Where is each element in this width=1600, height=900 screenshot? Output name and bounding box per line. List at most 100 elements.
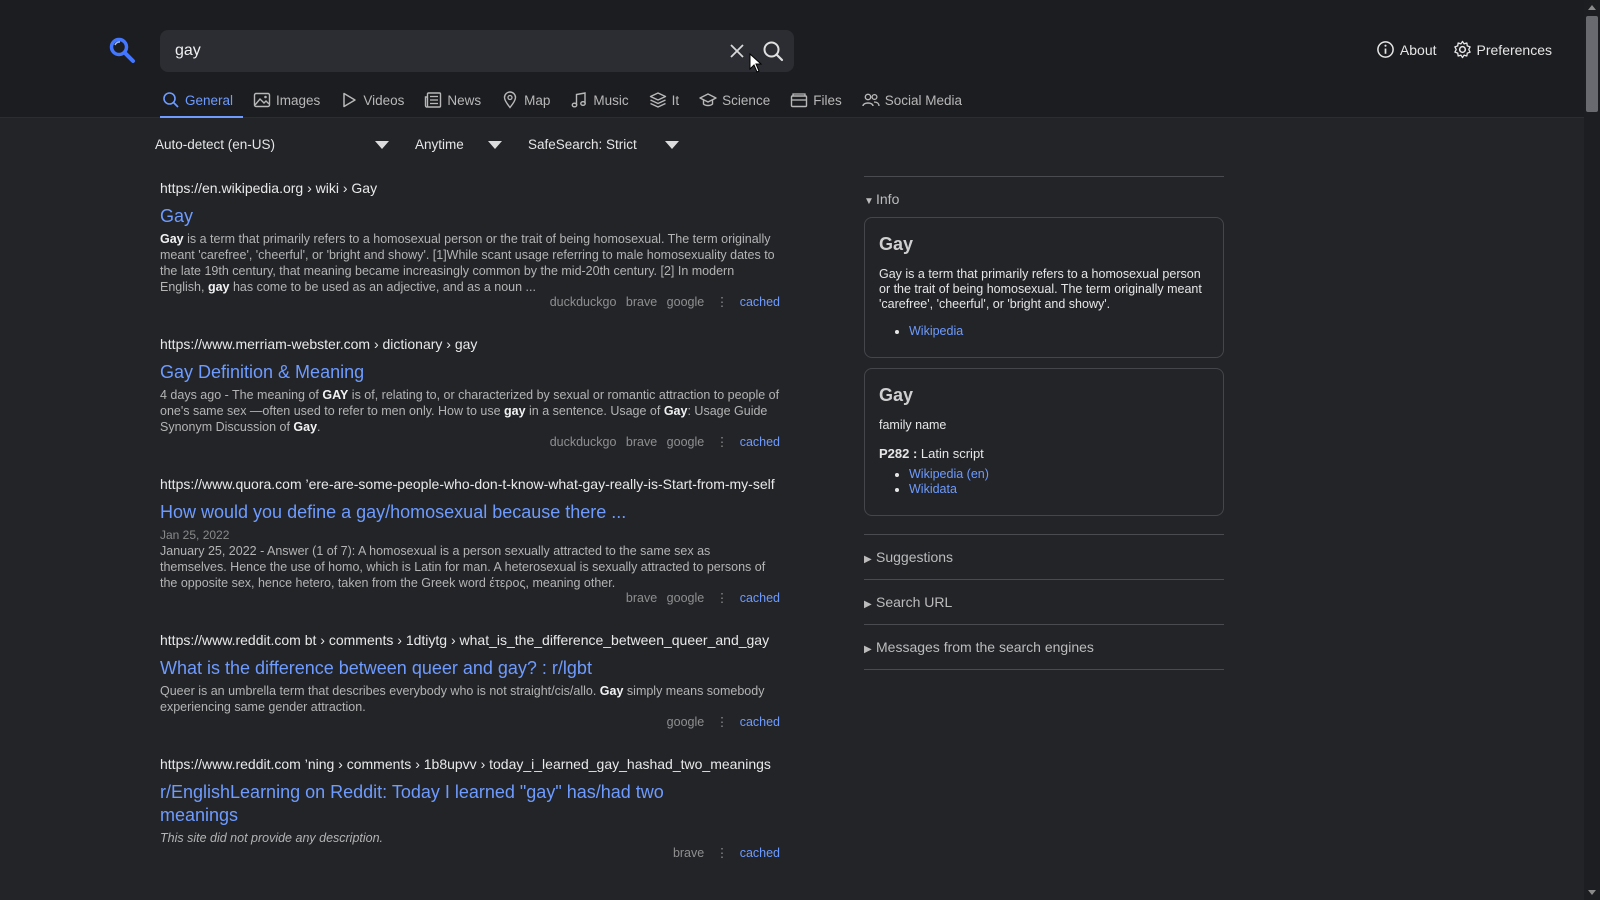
result-snippet: This site did not provide any descriptio… <box>160 831 384 845</box>
tab-label: Videos <box>363 92 405 108</box>
result-url[interactable]: https://www.quora.com ’ere-are-some-peop… <box>160 476 780 494</box>
tab-social-media[interactable]: Social Media <box>860 91 972 118</box>
result-url[interactable]: https://en.wikipedia.org › wiki › Gay <box>160 180 780 198</box>
language-select-value: Auto-detect (en-US) <box>155 137 276 152</box>
suggestions-toggle[interactable]: ▶ Suggestions <box>864 535 1224 579</box>
info-circle-icon <box>1377 41 1394 58</box>
result-date: Jan 25, 2022 <box>160 528 230 542</box>
infobox-sidebar: ▼ Info Gay Gay is a term that primarily r… <box>864 176 1224 670</box>
infobox-attribute: P282 : Latin script <box>879 446 1209 461</box>
clear-icon[interactable] <box>728 42 746 60</box>
scrollbar[interactable] <box>1584 0 1600 900</box>
result-snippet: 4 days ago - The meaning of GAY is of, r… <box>160 388 780 434</box>
about-link[interactable]: About <box>1376 40 1437 59</box>
tab-files[interactable]: Files <box>788 91 852 118</box>
map-pin-icon <box>503 91 517 109</box>
infobox-card: Gay Gay is a term that primarily refers … <box>864 217 1224 358</box>
preferences-link[interactable]: Preferences <box>1453 40 1552 59</box>
search-url-toggle[interactable]: ▶ Search URL <box>864 580 1224 624</box>
vertical-ellipsis-icon: ⋮ <box>715 435 729 449</box>
tab-news[interactable]: News <box>422 91 491 118</box>
tab-general[interactable]: General <box>160 91 244 118</box>
search-result: https://en.wikipedia.org › wiki › Gay Ga… <box>160 180 780 310</box>
attribute-value: Latin script <box>917 446 984 461</box>
tab-images[interactable]: Images <box>251 91 330 118</box>
search-submit-icon[interactable] <box>762 40 784 62</box>
tab-label: General <box>185 92 234 108</box>
cached-link[interactable]: cached <box>740 435 780 449</box>
time-range-select[interactable]: Anytime <box>415 133 505 157</box>
header-bar: About Preferences General Images Videos … <box>0 0 1584 118</box>
preferences-label: Preferences <box>1476 41 1552 58</box>
music-icon <box>571 92 587 108</box>
result-title-link[interactable]: Gay <box>160 205 780 228</box>
tab-label: Music <box>593 92 629 108</box>
tab-label: It <box>671 92 680 108</box>
scroll-down-arrow-icon[interactable] <box>1588 890 1596 895</box>
scroll-thumb[interactable] <box>1586 16 1598 112</box>
searxng-logo-icon[interactable] <box>108 36 136 64</box>
infobox-links: Wikipedia <box>879 324 1209 339</box>
engine-label: brave <box>672 846 705 860</box>
engine-label: google <box>666 591 705 605</box>
engine-label: duckduckgo <box>549 435 617 449</box>
result-meta: duckduckgo brave google ⋮ cached <box>160 435 780 450</box>
infobox-title: Gay <box>879 385 914 405</box>
safesearch-select[interactable]: SafeSearch: Strict <box>528 133 688 157</box>
tab-science[interactable]: Science <box>697 91 780 118</box>
tab-label: News <box>447 92 482 108</box>
cached-link[interactable]: cached <box>740 295 780 309</box>
safesearch-select-value: SafeSearch: Strict <box>528 137 637 152</box>
engine-label: duckduckgo <box>549 295 617 309</box>
result-title-link[interactable]: r/EnglishLearning on Reddit: Today I lea… <box>160 781 720 827</box>
engine-messages-label: Messages from the search engines <box>876 639 1094 655</box>
infobox-text: Gay is a term that primarily refers to a… <box>879 267 1202 311</box>
layers-icon <box>649 92 666 108</box>
attribute-key: P282 : <box>879 446 918 461</box>
engine-label: brave <box>625 295 658 309</box>
vertical-ellipsis-icon: ⋮ <box>715 591 729 605</box>
tab-label: Files <box>813 92 842 108</box>
newspaper-icon <box>425 92 442 108</box>
wikidata-link[interactable]: Wikidata <box>909 482 1209 497</box>
result-meta: duckduckgo brave google ⋮ cached <box>160 295 780 310</box>
result-snippet: January 25, 2022 - Answer (1 of 7): A ho… <box>160 544 766 590</box>
chevron-down-icon <box>665 141 679 149</box>
results-list: https://en.wikipedia.org › wiki › Gay Ga… <box>160 180 780 887</box>
cached-link[interactable]: cached <box>740 846 780 860</box>
engine-label: google <box>666 295 705 309</box>
search-result: https://www.reddit.com bt › comments › 1… <box>160 632 780 730</box>
about-label: About <box>1399 41 1437 58</box>
image-icon <box>253 92 271 108</box>
tab-music[interactable]: Music <box>568 91 638 118</box>
chevron-down-icon <box>488 141 502 149</box>
search-icon <box>163 92 179 108</box>
gear-icon <box>1453 40 1471 59</box>
language-select[interactable]: Auto-detect (en-US) <box>155 133 390 157</box>
wikipedia-link[interactable]: Wikipedia <box>909 324 1209 339</box>
result-title-link[interactable]: Gay Definition & Meaning <box>160 361 780 384</box>
tab-videos[interactable]: Videos <box>338 91 414 118</box>
scroll-up-arrow-icon[interactable] <box>1588 5 1596 10</box>
triangle-right-icon: ▶ <box>864 644 872 655</box>
result-meta: google ⋮ cached <box>160 715 780 730</box>
tab-map[interactable]: Map <box>499 91 560 118</box>
result-title-link[interactable]: What is the difference between queer and… <box>160 657 780 680</box>
cached-link[interactable]: cached <box>740 591 780 605</box>
info-toggle[interactable]: ▼ Info <box>864 177 1224 217</box>
result-url[interactable]: https://www.merriam-webster.com › dictio… <box>160 336 780 354</box>
engine-messages-toggle[interactable]: ▶ Messages from the search engines <box>864 625 1224 669</box>
tab-it[interactable]: It <box>647 91 690 118</box>
tab-label: Social Media <box>884 92 963 108</box>
result-snippet: Queer is an umbrella term that describes… <box>160 684 765 714</box>
vertical-ellipsis-icon: ⋮ <box>715 295 729 309</box>
chevron-down-icon <box>375 141 389 149</box>
result-url[interactable]: https://www.reddit.com bt › comments › 1… <box>160 632 780 650</box>
triangle-right-icon: ▶ <box>864 599 872 610</box>
result-snippet: Gay is a term that primarily refers to a… <box>160 232 775 294</box>
wikipedia-en-link[interactable]: Wikipedia (en) <box>909 467 1209 482</box>
result-title-link[interactable]: How would you define a gay/homosexual be… <box>160 501 780 524</box>
cached-link[interactable]: cached <box>740 715 780 729</box>
result-url[interactable]: https://www.reddit.com ’ning › comments … <box>160 756 780 774</box>
search-input[interactable] <box>175 30 715 72</box>
